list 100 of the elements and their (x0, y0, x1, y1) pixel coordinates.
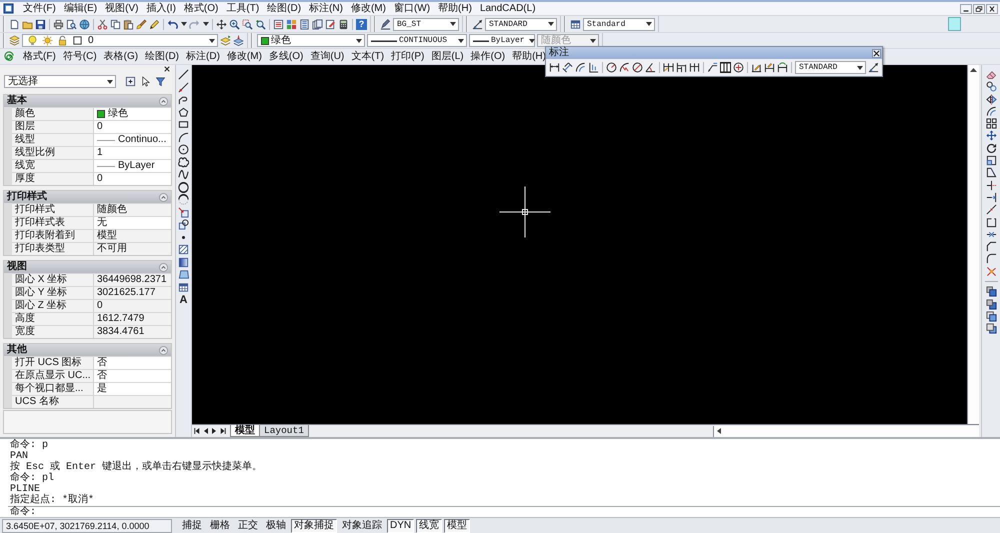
toolbar-menu-item[interactable]: 打印(P) (391, 50, 424, 62)
page-icon[interactable] (9, 18, 20, 30)
leader-icon[interactable] (707, 62, 718, 73)
caret-icon[interactable] (458, 38, 464, 42)
calculator-icon[interactable] (338, 18, 349, 30)
menu-item[interactable]: LandCAD(L) (480, 2, 536, 14)
close-button[interactable] (986, 4, 998, 14)
toolbar-menu-item[interactable]: 操作(O) (470, 50, 506, 62)
quick-dimension-icon[interactable] (663, 62, 674, 73)
caret-icon[interactable] (107, 80, 113, 84)
cloud-icon[interactable] (178, 156, 189, 168)
first-page-icon[interactable] (194, 428, 200, 434)
status-toggle-button[interactable]: DYN (387, 518, 414, 532)
mirror-icon[interactable] (986, 94, 996, 105)
text-style-dropdown[interactable]: BG_ST (393, 18, 459, 30)
array-icon[interactable] (986, 118, 996, 130)
ordinate-icon[interactable] (588, 62, 599, 73)
ray-icon[interactable] (178, 82, 189, 92)
toolbar-menu-item[interactable]: 帮助(H) (512, 50, 546, 62)
layer-dropdown[interactable]: 0 (22, 34, 218, 47)
toolbar-menu-item[interactable]: 表格(G) (104, 50, 138, 62)
ellipse-arc-icon[interactable] (178, 194, 189, 205)
collapse-icon[interactable] (159, 262, 168, 272)
aligned-dimension-icon[interactable] (562, 62, 573, 73)
value-cell[interactable]: 否 (94, 357, 171, 369)
value-cell[interactable]: 绿色 (94, 108, 171, 120)
rotate-icon[interactable] (986, 142, 996, 154)
layout-tab[interactable]: 模型 (230, 425, 260, 437)
horizontal-scrollbar[interactable] (713, 426, 979, 436)
make-block-icon[interactable] (178, 219, 189, 230)
status-toggle-button[interactable]: 对象捕捉 (291, 518, 337, 532)
linear-dimension-icon[interactable] (549, 62, 560, 73)
value-cell[interactable]: 否 (94, 370, 171, 382)
angular-dimension-icon[interactable] (645, 62, 656, 73)
dimension-style-dropdown[interactable]: STANDARD (485, 18, 557, 30)
eraser-icon[interactable] (986, 69, 996, 80)
toolbar-menu-item[interactable]: 多线(O) (268, 50, 304, 62)
dimension-update-icon[interactable] (777, 62, 788, 73)
padlock-icon[interactable] (57, 35, 68, 46)
scale-icon[interactable] (986, 155, 996, 166)
trim-icon[interactable] (986, 180, 996, 191)
caret-icon[interactable] (209, 38, 215, 42)
table-icon[interactable] (178, 282, 189, 292)
dimension-text-edit-icon[interactable] (764, 62, 775, 73)
print-icon[interactable] (53, 18, 64, 30)
caret-icon[interactable] (646, 22, 652, 26)
continue-dimension-icon[interactable] (689, 62, 700, 73)
caret-icon[interactable] (181, 22, 187, 26)
dimension-edit-icon[interactable] (751, 62, 762, 73)
value-cell[interactable]: 1 (94, 147, 171, 159)
properties-icon[interactable] (273, 18, 284, 30)
polyline-icon[interactable] (178, 94, 189, 105)
bring-above-icon[interactable] (986, 310, 996, 322)
toolbar-menu-item[interactable]: 格式(F) (23, 50, 56, 62)
value-cell[interactable]: Continuo... (94, 134, 171, 146)
caret-icon[interactable] (548, 22, 554, 26)
menu-item[interactable]: 格式(O) (184, 2, 218, 14)
toolbar-menu-item[interactable]: 查询(U) (310, 50, 344, 62)
menu-item[interactable]: 编辑(E) (64, 2, 98, 14)
grid-icon[interactable] (286, 18, 297, 30)
toolbar-menu-item[interactable]: 图层(L) (431, 50, 464, 62)
toolbar-menu-item[interactable]: 修改(M) (226, 50, 262, 62)
toolbar-title-bar[interactable]: 标注 (546, 47, 882, 59)
arc-length-icon[interactable] (575, 62, 586, 73)
line-icon[interactable] (178, 69, 189, 80)
funnel-icon[interactable] (155, 76, 166, 87)
menu-item[interactable]: 文件(F) (23, 2, 56, 14)
triangle-right-icon[interactable] (212, 428, 216, 434)
menu-item[interactable]: 插入(I) (146, 2, 176, 14)
status-toggle-button[interactable]: 极轴 (263, 518, 289, 532)
break-icon[interactable] (986, 216, 996, 228)
left-arrow-icon[interactable] (717, 428, 721, 434)
insert-block-icon[interactable] (178, 206, 189, 218)
layout-tab[interactable]: Layout1 (259, 425, 309, 437)
stretch-icon[interactable] (986, 167, 996, 178)
fillet-icon[interactable] (986, 253, 996, 264)
move-icon[interactable] (986, 130, 996, 142)
status-toggle-button[interactable]: 栅格 (207, 518, 233, 532)
menu-item[interactable]: 视图(V) (105, 2, 138, 14)
pentagon-icon[interactable] (178, 106, 189, 118)
menu-item[interactable]: 窗口(W) (394, 2, 430, 14)
bring-to-front-icon[interactable] (986, 286, 996, 298)
print-preview-icon[interactable] (66, 18, 77, 30)
circle-icon[interactable] (178, 144, 189, 155)
jogged-radius-icon[interactable] (619, 62, 630, 73)
ellipse-icon[interactable] (178, 182, 189, 192)
radius-icon[interactable] (606, 62, 617, 73)
extend-icon[interactable] (986, 192, 996, 203)
cursor-icon[interactable] (140, 76, 151, 87)
undo-icon[interactable] (167, 18, 178, 30)
break-point-icon[interactable] (986, 204, 996, 216)
close-icon[interactable] (873, 50, 880, 56)
caret-icon[interactable] (528, 38, 535, 42)
baseline-dimension-icon[interactable] (676, 62, 687, 73)
value-cell[interactable]: 是 (94, 383, 171, 395)
status-toggle-button[interactable]: 模型 (444, 518, 470, 532)
close-icon[interactable] (164, 66, 170, 72)
toolbar-menu-item[interactable]: 绘图(D) (145, 50, 180, 62)
layer-arrow-icon[interactable] (233, 35, 244, 46)
angled-arrow-icon[interactable] (868, 62, 879, 73)
